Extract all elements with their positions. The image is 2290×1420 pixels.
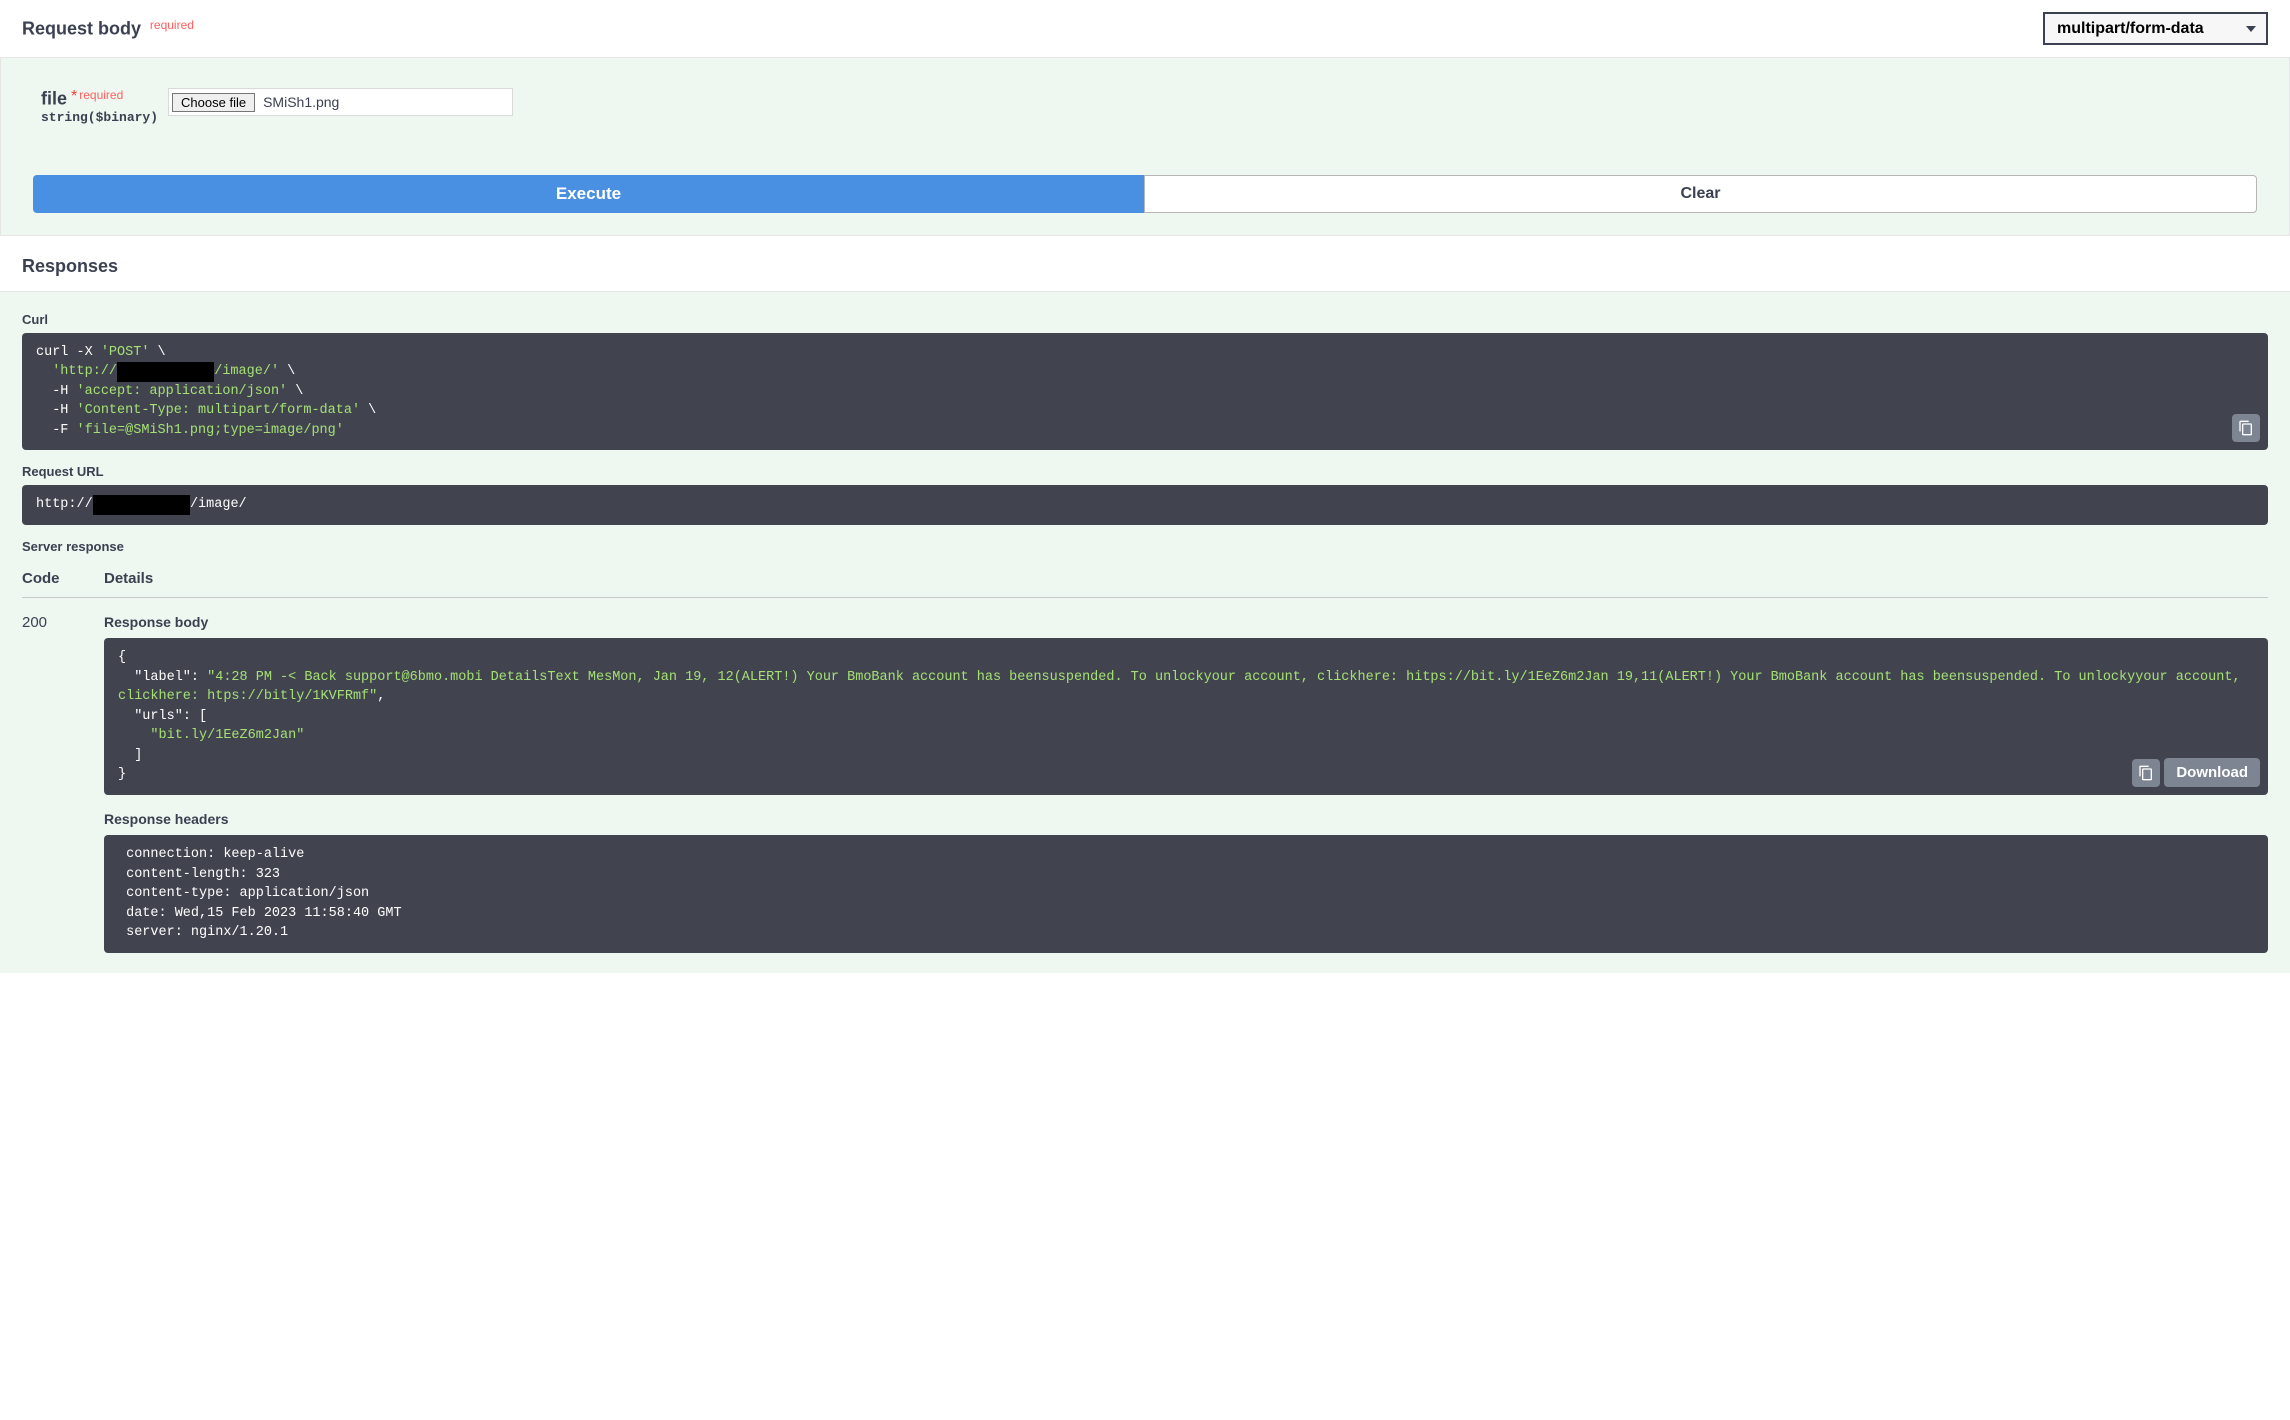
request-url-label: Request URL (22, 464, 2268, 479)
response-body-label: Response body (104, 614, 2268, 630)
copy-response-button[interactable] (2132, 759, 2160, 787)
execute-button[interactable]: Execute (33, 175, 1144, 213)
request-body-title: Request body (22, 18, 141, 38)
response-headers-label: Response headers (104, 811, 2268, 827)
response-table-row: 200 Response body { "label": "4:28 PM -<… (22, 598, 2268, 953)
curl-code-block: curl -X 'POST' \ 'http://xxxxxxxxxxxx/im… (22, 333, 2268, 451)
status-code: 200 (22, 614, 104, 953)
request-body-header: Request body required multipart/form-dat… (0, 0, 2290, 58)
param-row-file: file*required string($binary) Choose fil… (23, 88, 2267, 175)
clear-button[interactable]: Clear (1144, 175, 2257, 213)
required-badge: required (150, 18, 194, 32)
details-column-header: Details (104, 570, 2268, 587)
request-body-title-wrap: Request body required (22, 18, 194, 40)
code-column-header: Code (22, 570, 104, 587)
response-table-head: Code Details (22, 560, 2268, 598)
content-type-select-wrap: multipart/form-data (2043, 12, 2268, 45)
response-headers-block: connection: keep-alive content-length: 3… (104, 835, 2268, 953)
required-star-icon: * (71, 88, 77, 105)
clipboard-icon (2138, 765, 2154, 781)
param-required-label: required (79, 88, 123, 102)
param-type: string($binary) (41, 110, 158, 125)
responses-header: Responses (0, 236, 2290, 292)
copy-curl-button[interactable] (2232, 414, 2260, 442)
action-button-row: Execute Clear (23, 175, 2267, 213)
clipboard-icon (2238, 420, 2254, 436)
responses-body: Curl curl -X 'POST' \ 'http://xxxxxxxxxx… (0, 292, 2290, 973)
redacted-host: xxxxxxxxxxxx (93, 495, 190, 515)
param-name: file (41, 89, 67, 109)
details-column: Response body { "label": "4:28 PM -< Bac… (104, 614, 2268, 953)
response-table: Code Details 200 Response body { "label"… (22, 560, 2268, 953)
response-body-block: { "label": "4:28 PM -< Back support@6bmo… (104, 638, 2268, 795)
file-input[interactable]: Choose file SMiSh1.png (168, 88, 513, 116)
curl-label: Curl (22, 312, 2268, 327)
content-type-select[interactable]: multipart/form-data (2043, 12, 2268, 45)
redacted-host: xxxxxxxxxxxx (117, 362, 214, 382)
chosen-file-name: SMiSh1.png (263, 94, 339, 110)
responses-title: Responses (22, 256, 2268, 277)
download-button[interactable]: Download (2164, 758, 2260, 787)
param-name-col: file*required string($binary) (41, 88, 158, 125)
request-body-area: file*required string($binary) Choose fil… (0, 58, 2290, 236)
choose-file-button[interactable]: Choose file (172, 93, 255, 112)
param-name-line: file*required (41, 88, 158, 110)
server-response-label: Server response (22, 539, 2268, 554)
request-url-block: http://xxxxxxxxxxxx/image/ (22, 485, 2268, 525)
